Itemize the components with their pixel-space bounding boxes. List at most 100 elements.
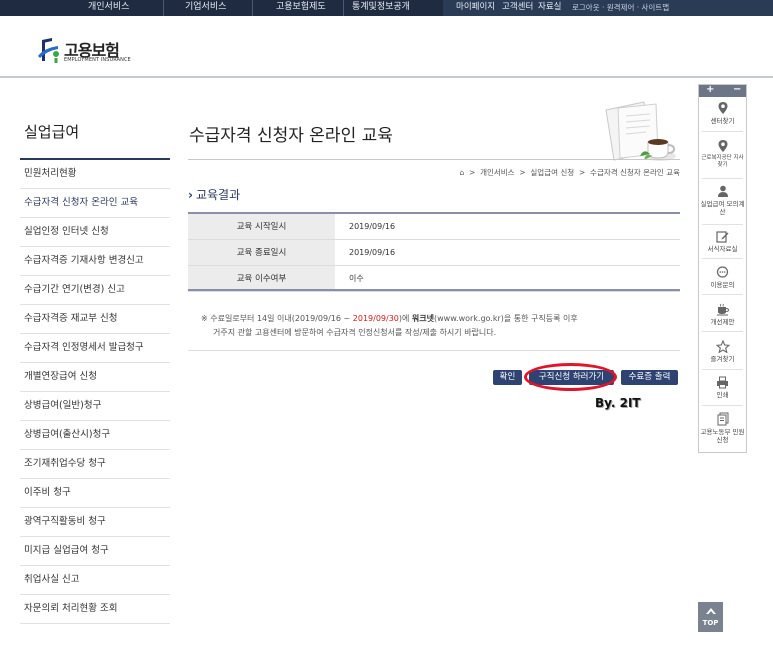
cup-icon	[716, 303, 729, 316]
quick-divider	[702, 294, 743, 295]
nav-insurance-system[interactable]: 고용보험제도	[276, 1, 326, 14]
notice-box: ※ 수료일로부터 14일 이내(2019/09/16 ~ 2019/09/30)…	[188, 289, 680, 351]
quick-item-suggestion[interactable]: 개선제안	[699, 303, 746, 326]
quick-divider	[702, 224, 743, 225]
quick-item-ministry-petition[interactable]: 고용노동부 민원신청	[699, 412, 746, 444]
breadcrumb-separator: >	[576, 168, 588, 177]
quick-item-favorites[interactable]: 즐겨찾기	[699, 340, 746, 363]
logo[interactable]: 고용보험 EMPLOYMENT INSURANCE	[36, 36, 156, 66]
quick-item-inquiry[interactable]: 이용문의	[699, 266, 746, 289]
breadcrumb-separator: >	[466, 168, 478, 177]
row-label-start: 교육 시작일시	[188, 213, 335, 239]
quick-divider	[702, 178, 743, 179]
breadcrumb-item-unemployment-apply[interactable]: 실업급여 신청	[530, 167, 574, 178]
star-icon	[715, 340, 730, 353]
zoom-out-icon[interactable]: −	[733, 84, 741, 95]
row-value-completion: 이수	[349, 273, 364, 283]
breadcrumb-item-personal-service[interactable]: 개인서비스	[480, 167, 515, 178]
arrow-up-icon	[705, 608, 716, 614]
sidebar-item-sickness-benefit[interactable]: 상병급여(일반)청구	[20, 392, 170, 421]
quick-item-label: 인쇄	[716, 391, 729, 399]
quick-item-center-search[interactable]: 센터찾기	[699, 101, 746, 125]
sidebar-item-relocation-cost[interactable]: 이주비 청구	[20, 479, 170, 508]
sidebar-item-statement-request[interactable]: 수급자격 인정명세서 발급청구	[20, 334, 170, 363]
quick-item-label: 고용노동부 민원신청	[700, 428, 745, 444]
table-row: 교육 이수여부 이수	[188, 265, 680, 291]
location-pin-icon	[718, 102, 727, 114]
row-label-completion: 교육 이수여부	[188, 265, 335, 291]
nav-customer-center[interactable]: 고객센터	[502, 1, 533, 14]
nav-library[interactable]: 자료실	[538, 1, 561, 14]
sidebar-item-extended-benefit[interactable]: 개별연장급여 신청	[20, 363, 170, 392]
sidebar-item-unpaid-benefit[interactable]: 미지급 실업급여 청구	[20, 537, 170, 566]
scroll-top-label: TOP	[702, 619, 719, 627]
quick-item-branch-search[interactable]: 근로복지공단 지사찾기	[699, 139, 746, 169]
nav-personal-service[interactable]: 개인서비스	[88, 1, 129, 14]
education-result-table: 교육 시작일시 2019/09/16 교육 종료일시 2019/09/16 교육…	[188, 212, 680, 292]
confirm-button[interactable]: 확인	[493, 370, 522, 385]
sidebar-item-early-reemployment[interactable]: 조기재취업수당 청구	[20, 450, 170, 479]
quick-divider	[702, 131, 743, 132]
nav-mypage[interactable]: 마이페이지	[456, 1, 495, 14]
sidebar-item-certificate-reissue[interactable]: 수급자격증 재교부 신청	[20, 305, 170, 334]
sidebar-menu: 민원처리현황 수급자격 신청자 온라인 교육 실업인정 인터넷 신청 수급자격증…	[20, 160, 170, 624]
top-navigation-bar: 개인서비스 기업서비스 고용보험제도 통계및정보공개 마이페이지 고객센터 자료…	[0, 0, 773, 16]
sidebar-item-employment-report[interactable]: 취업사실 신고	[20, 566, 170, 595]
quick-item-print[interactable]: 인쇄	[699, 376, 746, 399]
quick-divider	[702, 331, 743, 332]
quick-item-label: 실업급여 모의계산	[700, 200, 745, 216]
highlight-circle	[524, 363, 617, 391]
home-icon[interactable]: ⌂	[459, 168, 464, 177]
quick-divider	[702, 258, 743, 259]
nav-separator	[252, 0, 253, 16]
nav-separator	[343, 0, 344, 16]
document-coffee-illustration-icon	[605, 101, 676, 161]
nav-utility-links[interactable]: 로그아웃 · 원격제어 · 사이트맵	[572, 2, 669, 14]
notice-text: ※ 수료일로부터 14일 이내(2019/09/16 ~	[201, 314, 353, 323]
nav-statistics[interactable]: 통계및정보공개	[352, 1, 410, 14]
sidebar-item-online-education[interactable]: 수급자격 신청자 온라인 교육	[20, 189, 170, 218]
location-pin-icon	[718, 140, 727, 152]
breadcrumb-separator: >	[516, 168, 529, 177]
quick-item-label: 즐겨찾기	[710, 355, 735, 363]
table-row: 교육 시작일시 2019/09/16	[188, 213, 680, 239]
quick-item-label: 센터찾기	[710, 117, 735, 125]
quick-menu: + − 센터찾기 근로복지공단 지사찾기 실업급여 모의계산 서식자료실 이용문…	[698, 84, 747, 453]
quick-divider	[702, 405, 743, 406]
edit-icon	[716, 231, 729, 243]
chevron-right-icon: ›	[188, 188, 193, 202]
breadcrumb: ⌂ > 개인서비스 > 실업급여 신청 > 수급자격 신청자 온라인 교육	[459, 167, 680, 178]
quick-item-label: 개선제안	[710, 318, 735, 326]
sidebar-item-sickness-birth-benefit[interactable]: 상병급여(출산시)청구	[20, 421, 170, 450]
zoom-in-icon[interactable]: +	[706, 84, 714, 95]
quick-menu-header: + −	[699, 84, 746, 97]
table-row: 교육 종료일시 2019/09/16	[188, 239, 680, 265]
scroll-top-button[interactable]: TOP	[698, 602, 723, 632]
nav-separator	[163, 0, 164, 16]
section-title-text: 교육결과	[195, 188, 241, 202]
logo-mark-icon	[38, 38, 59, 63]
breadcrumb-item-current: 수급자격 신청자 온라인 교육	[590, 168, 680, 177]
chat-icon	[716, 266, 729, 278]
overlay-watermark: By. 2IT	[595, 396, 641, 410]
notice-text: (www.work.go.kr)을 통한 구직등록 이후	[434, 314, 578, 323]
notice-line-2: 거주지 관할 고용센터에 방문하여 수급자격 인정신청서를 작성/제출 하시기 …	[213, 328, 497, 337]
sidebar-item-consultation-status[interactable]: 자문의뢰 처리현황 조회	[20, 595, 170, 624]
sidebar-item-complaint-status[interactable]: 민원처리현황	[20, 160, 170, 189]
row-value-start: 2019/09/16	[349, 221, 396, 231]
quick-divider	[702, 369, 743, 370]
quick-item-label: 서식자료실	[707, 245, 738, 253]
sidebar-item-period-extension[interactable]: 수급기간 연기(변경) 신고	[20, 276, 170, 305]
notice-worknet-link[interactable]: 워크넷	[412, 314, 434, 323]
logo-subtitle: EMPLOYMENT INSURANCE	[64, 57, 131, 63]
sidebar-item-job-search-cost[interactable]: 광역구직활동비 청구	[20, 508, 170, 537]
page-title: 수급자격 신청자 온라인 교육	[189, 126, 393, 146]
quick-item-benefit-calculator[interactable]: 실업급여 모의계산	[699, 185, 746, 216]
print-certificate-button[interactable]: 수료증 출력	[621, 370, 678, 385]
sidebar-item-unemployment-recognition[interactable]: 실업인정 인터넷 신청	[20, 218, 170, 247]
nav-business-service[interactable]: 기업서비스	[185, 1, 226, 14]
quick-item-forms-library[interactable]: 서식자료실	[699, 230, 746, 253]
notice-deadline-date: 2019/09/30	[352, 314, 399, 323]
sidebar-item-certificate-change[interactable]: 수급자격증 기재사항 변경신고	[20, 247, 170, 276]
section-title: › 교육결과	[188, 186, 240, 203]
